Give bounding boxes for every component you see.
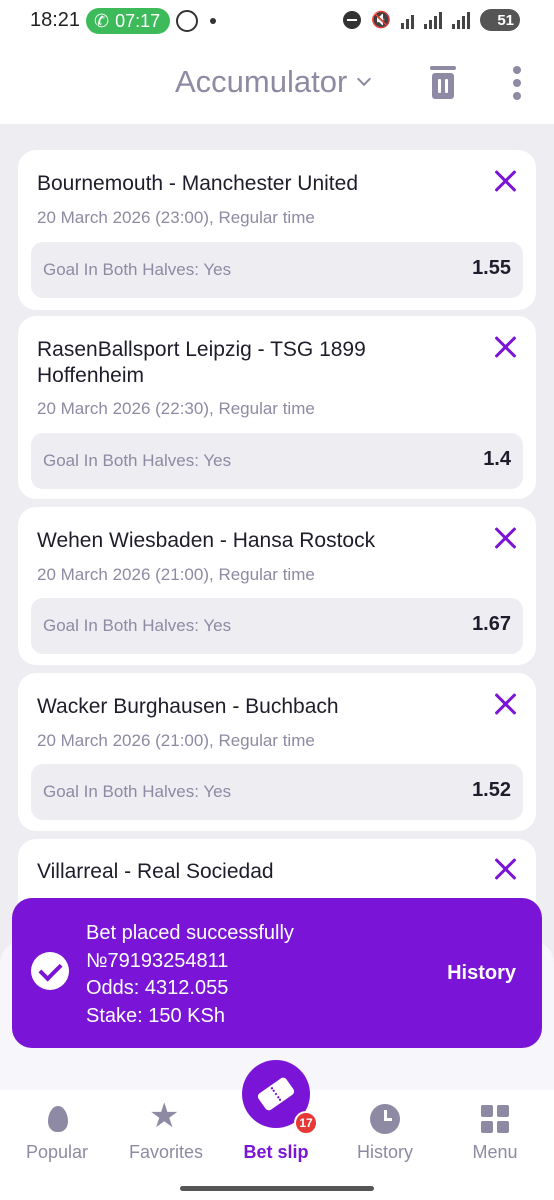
status-time: 18:21 (30, 9, 81, 31)
nav-label: Menu (472, 1142, 518, 1162)
bet-card: Wehen Wiesbaden - Hansa Rostock 20 March… (18, 507, 536, 665)
market-odds: 1.52 (472, 779, 511, 801)
whatsapp-icon (176, 10, 198, 32)
status-bar: 18:21 ✆ 07:17 🔇 51 (0, 0, 554, 42)
nav-popular[interactable]: Popular (2, 1090, 112, 1170)
toast-stake: Stake: 150 KSh (86, 1004, 225, 1027)
flame-icon (42, 1104, 72, 1134)
match-date: 20 March 2026 (21:00), Regular time (37, 731, 315, 750)
toast-odds: Odds: 4312.055 (86, 977, 229, 999)
check-icon (31, 952, 69, 990)
bet-slip-count-badge: 17 (294, 1111, 318, 1135)
toast-message: Bet placed successfully №79193254811 Odd… (86, 920, 294, 1030)
wifi-icon (401, 11, 414, 29)
nav-label: Favorites (128, 1142, 204, 1162)
remove-bet-icon[interactable] (494, 169, 518, 193)
bet-card: RasenBallsport Leipzig - TSG 1899 Hoffen… (18, 316, 536, 499)
trash-icon[interactable] (430, 66, 456, 100)
bet-type-dropdown[interactable]: Accumulator (175, 64, 372, 100)
market-name: Goal In Both Halves: Yes (43, 260, 232, 279)
notification-dot-icon (210, 18, 216, 24)
market-row: Goal In Both Halves: Yes 1.4 (31, 433, 523, 489)
nav-favorites[interactable]: ★ Favorites (111, 1090, 221, 1170)
mute-icon: 🔇 (371, 12, 391, 29)
page-title: Accumulator (175, 64, 348, 99)
nav-label: Popular (25, 1142, 89, 1162)
star-icon: ★ (149, 1097, 180, 1135)
market-name: Goal In Both Halves: Yes (43, 782, 232, 801)
ticket-icon (256, 1076, 296, 1112)
remove-bet-icon[interactable] (494, 857, 518, 881)
match-title: Wacker Burghausen - Buchbach (37, 695, 339, 718)
signal-2-icon (452, 11, 470, 29)
call-timer: 07:17 (115, 10, 161, 31)
phone-icon: ✆ (94, 10, 110, 31)
market-name: Goal In Both Halves: Yes (43, 451, 232, 470)
bet-card: Wacker Burghausen - Buchbach 20 March 20… (18, 673, 536, 831)
market-row: Goal In Both Halves: Yes 1.52 (31, 764, 523, 820)
signal-icon (424, 11, 442, 29)
remove-bet-icon[interactable] (494, 335, 518, 359)
status-icons: 🔇 51 (343, 9, 520, 31)
chevron-down-icon (357, 71, 372, 87)
home-indicator[interactable] (180, 1186, 374, 1191)
bet-placed-toast: Bet placed successfully №79193254811 Odd… (12, 898, 542, 1048)
match-title: Wehen Wiesbaden - Hansa Rostock (37, 529, 376, 552)
match-title: Bournemouth - Manchester United (37, 172, 358, 195)
match-date: 20 March 2026 (21:00), Regular time (37, 565, 315, 584)
nav-history[interactable]: History (330, 1090, 440, 1170)
nav-label: Bet slip (243, 1142, 309, 1162)
toast-title: Bet placed successfully (86, 922, 294, 944)
market-row: Goal In Both Halves: Yes 1.55 (31, 242, 523, 298)
grid-icon (480, 1104, 510, 1134)
top-bar: Accumulator (0, 42, 554, 124)
match-title: RasenBallsport Leipzig - TSG 1899 Hoffen… (37, 338, 366, 387)
dnd-icon (343, 11, 362, 29)
match-date: 20 March 2026 (22:30), Regular time (37, 399, 315, 418)
nav-menu[interactable]: Menu (440, 1090, 550, 1170)
market-odds: 1.67 (472, 613, 511, 635)
battery-icon: 51 (480, 9, 520, 31)
call-indicator[interactable]: ✆ 07:17 (86, 8, 170, 34)
remove-bet-icon[interactable] (494, 692, 518, 716)
toast-history-button[interactable]: History (447, 962, 516, 985)
market-odds: 1.4 (483, 448, 511, 470)
match-date: 20 March 2026 (23:00), Regular time (37, 208, 315, 227)
remove-bet-icon[interactable] (494, 526, 518, 550)
bet-card: Bournemouth - Manchester United 20 March… (18, 150, 536, 310)
toast-bet-number: №79193254811 (86, 949, 229, 972)
market-row: Goal In Both Halves: Yes 1.67 (31, 598, 523, 654)
market-odds: 1.55 (472, 257, 511, 279)
market-name: Goal In Both Halves: Yes (43, 616, 232, 635)
more-options-icon[interactable] (511, 66, 523, 100)
match-title: Villarreal - Real Sociedad (37, 860, 274, 883)
clock-icon (370, 1104, 400, 1134)
nav-label: History (356, 1142, 413, 1162)
